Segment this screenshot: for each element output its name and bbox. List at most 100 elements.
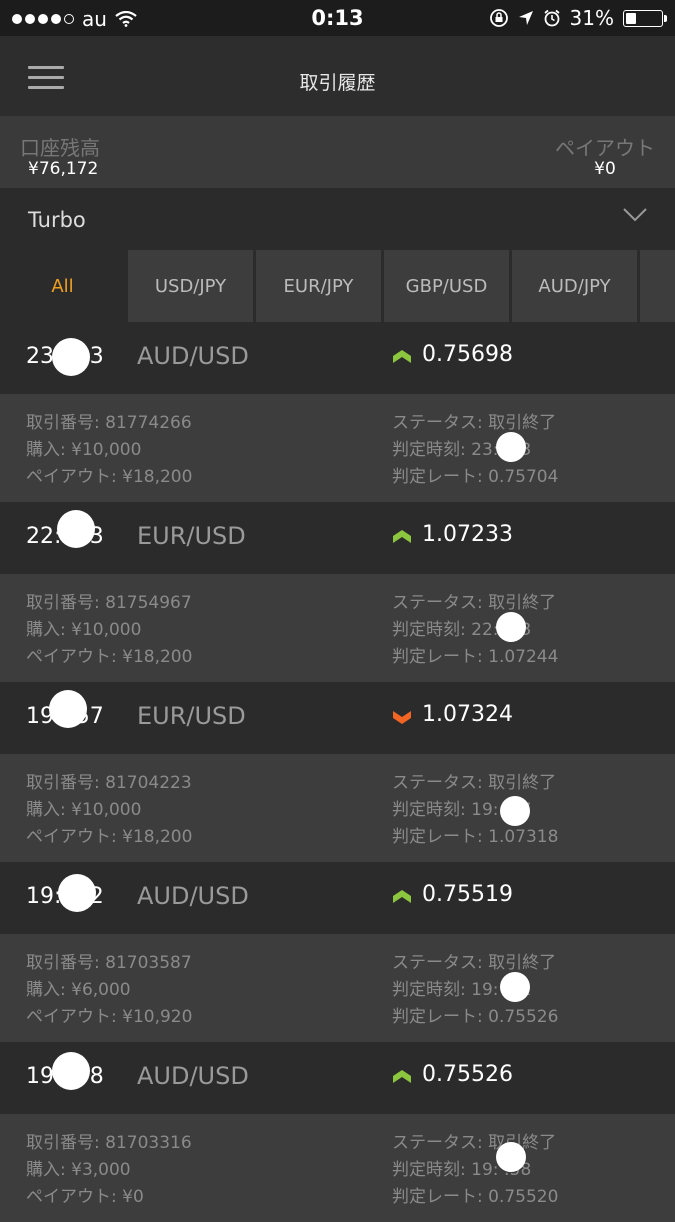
trade-item[interactable]: 22: :03 EUR/USD 1.07233 取引番号: 81754967 購… [0, 502, 675, 682]
up-arrow-icon [393, 890, 411, 903]
up-arrow-icon [393, 1070, 411, 1083]
trade-id: 取引番号: 81704223 [26, 773, 192, 793]
rotation-lock-icon [489, 9, 508, 27]
trade-id: 取引番号: 81703587 [26, 953, 192, 973]
trade-details: 取引番号: 81704223 購入: ¥10,000 ペイアウト: ¥18,20… [0, 754, 675, 862]
trade-item[interactable]: 19: :02 AUD/USD 0.75519 取引番号: 81703587 購… [0, 862, 675, 1042]
trade-header[interactable]: 19: :02 AUD/USD 0.75519 [0, 862, 675, 934]
trade-judge-rate: 判定レート: 1.07318 [392, 827, 559, 847]
tab-all[interactable]: All [0, 250, 128, 322]
trade-item[interactable]: 19: :57 EUR/USD 1.07324 取引番号: 81704223 購… [0, 682, 675, 862]
trade-purchase: 購入: ¥3,000 [26, 1160, 131, 1180]
trade-purchase: 購入: ¥10,000 [26, 800, 142, 820]
tab-aud-jpy[interactable]: AUD/JPY [512, 250, 640, 322]
trade-judge-time: 判定時刻: 19: :02 [392, 980, 532, 1000]
trade-pair: AUD/USD [137, 342, 249, 370]
trade-details: 取引番号: 81703587 購入: ¥6,000 ペイアウト: ¥10,920… [0, 934, 675, 1042]
trade-rate: 0.75519 [422, 882, 513, 907]
status-right: 31% [489, 6, 667, 30]
trade-judge-time: 判定時刻: 19: :58 [392, 1160, 532, 1180]
trade-details-left: 取引番号: 81774266 購入: ¥10,000 ペイアウト: ¥18,20… [26, 410, 192, 491]
redaction-mark [500, 972, 530, 1002]
trade-pair: AUD/USD [137, 882, 249, 910]
trade-header[interactable]: 22: :03 EUR/USD 1.07233 [0, 502, 675, 574]
account-balance: 口座残高 ¥76,172 [20, 132, 100, 179]
redaction-mark [52, 338, 90, 376]
trade-rate: 1.07324 [422, 702, 513, 727]
trade-details: 取引番号: 81754967 購入: ¥10,000 ペイアウト: ¥18,20… [0, 574, 675, 682]
trade-status: ステータス: 取引終了 [392, 773, 557, 793]
trade-details-right: ステータス: 取引終了 判定時刻: 23: :03 判定レート: 0.75704 [392, 410, 558, 491]
tab-usd-jpy[interactable]: USD/JPY [128, 250, 256, 322]
tab-eur-jpy[interactable]: EUR/JPY [256, 250, 384, 322]
redaction-mark [496, 1142, 526, 1172]
trade-rate: 1.07233 [422, 522, 513, 547]
trade-judge-rate: 判定レート: 0.75704 [392, 467, 559, 487]
page-title: 取引履歴 [299, 72, 376, 94]
trade-details-right: ステータス: 取引終了 判定時刻: 19: :57 判定レート: 1.07318 [392, 770, 558, 851]
redaction-mark [496, 432, 526, 462]
trade-status: ステータス: 取引終了 [392, 413, 557, 433]
payout-summary: ペイアウト ¥0 [555, 132, 655, 179]
battery-fill [626, 12, 637, 24]
trade-pair: EUR/USD [137, 522, 246, 550]
trade-payout: ペイアウト: ¥10,920 [26, 1007, 193, 1027]
trade-header[interactable]: 19: :58 AUD/USD 0.75526 [0, 1042, 675, 1114]
trade-details-left: 取引番号: 81704223 購入: ¥10,000 ペイアウト: ¥18,20… [26, 770, 192, 851]
trade-details-left: 取引番号: 81703587 購入: ¥6,000 ペイアウト: ¥10,920 [26, 950, 192, 1031]
trade-item[interactable]: 19: :58 AUD/USD 0.75526 取引番号: 81703316 購… [0, 1042, 675, 1222]
trade-judge-time: 判定時刻: 19: :57 [392, 800, 532, 820]
tab-partial[interactable]: A [640, 250, 675, 322]
payout-label: ペイアウト [555, 136, 655, 160]
down-arrow-icon [393, 711, 411, 724]
trade-purchase: 購入: ¥6,000 [26, 980, 131, 1000]
redaction-mark [496, 612, 526, 642]
trade-judge-rate: 判定レート: 0.75526 [392, 1007, 559, 1027]
trade-item[interactable]: 23: :03 AUD/USD 0.75698 取引番号: 81774266 購… [0, 322, 675, 502]
redaction-mark [500, 796, 530, 826]
currency-tabs: All USD/JPY EUR/JPY GBP/USD AUD/JPY A [0, 250, 675, 322]
trade-details: 取引番号: 81774266 購入: ¥10,000 ペイアウト: ¥18,20… [0, 394, 675, 502]
tab-gbp-usd[interactable]: GBP/USD [384, 250, 512, 322]
trade-rate: 0.75526 [422, 1062, 513, 1087]
location-arrow-icon [518, 11, 533, 25]
chevron-down-icon [623, 208, 647, 222]
trade-pair: EUR/USD [137, 702, 246, 730]
product-selector[interactable]: Turbo [0, 188, 675, 250]
redaction-mark [57, 510, 95, 548]
redaction-mark [49, 690, 87, 728]
trade-judge-rate: 判定レート: 1.07244 [392, 647, 559, 667]
account-balance-label: 口座残高 [20, 136, 100, 160]
up-arrow-icon [393, 530, 411, 543]
trade-id: 取引番号: 81703316 [26, 1133, 192, 1153]
trade-pair: AUD/USD [137, 1062, 249, 1090]
trade-details-left: 取引番号: 81703316 購入: ¥3,000 ペイアウト: ¥0 [26, 1130, 192, 1211]
trade-payout: ペイアウト: ¥18,200 [26, 647, 193, 667]
trade-purchase: 購入: ¥10,000 [26, 620, 142, 640]
trade-payout: ペイアウト: ¥18,200 [26, 827, 193, 847]
nav-bar: 取引履歴 [0, 36, 675, 116]
trade-payout: ペイアウト: ¥0 [26, 1187, 144, 1207]
product-name: Turbo [28, 208, 86, 232]
trade-judge-time: 判定時刻: 22: :03 [392, 620, 532, 640]
trade-header[interactable]: 19: :57 EUR/USD 1.07324 [0, 682, 675, 754]
trade-status: ステータス: 取引終了 [392, 953, 557, 973]
alarm-icon [543, 9, 560, 27]
trade-status: ステータス: 取引終了 [392, 593, 557, 613]
battery-percent: 31% [569, 6, 614, 30]
status-bar: au 0:13 31% [0, 0, 675, 36]
trade-id: 取引番号: 81774266 [26, 413, 192, 433]
trade-rate: 0.75698 [422, 342, 513, 367]
trade-judge-time: 判定時刻: 23: :03 [392, 440, 532, 460]
redaction-mark [52, 1052, 90, 1090]
trade-purchase: 購入: ¥10,000 [26, 440, 142, 460]
trade-details-right: ステータス: 取引終了 判定時刻: 22: :03 判定レート: 1.07244 [392, 590, 558, 671]
trade-details-right: ステータス: 取引終了 判定時刻: 19: :02 判定レート: 0.75526 [392, 950, 558, 1031]
trade-header[interactable]: 23: :03 AUD/USD 0.75698 [0, 322, 675, 394]
trade-id: 取引番号: 81754967 [26, 593, 192, 613]
balance-row: 口座残高 ¥76,172 ペイアウト ¥0 [0, 116, 675, 188]
trade-details: 取引番号: 81703316 購入: ¥3,000 ペイアウト: ¥0 ステータ… [0, 1114, 675, 1222]
trade-details-right: ステータス: 取引終了 判定時刻: 19: :58 判定レート: 0.75520 [392, 1130, 558, 1211]
up-arrow-icon [393, 350, 411, 363]
redaction-mark [58, 874, 96, 912]
